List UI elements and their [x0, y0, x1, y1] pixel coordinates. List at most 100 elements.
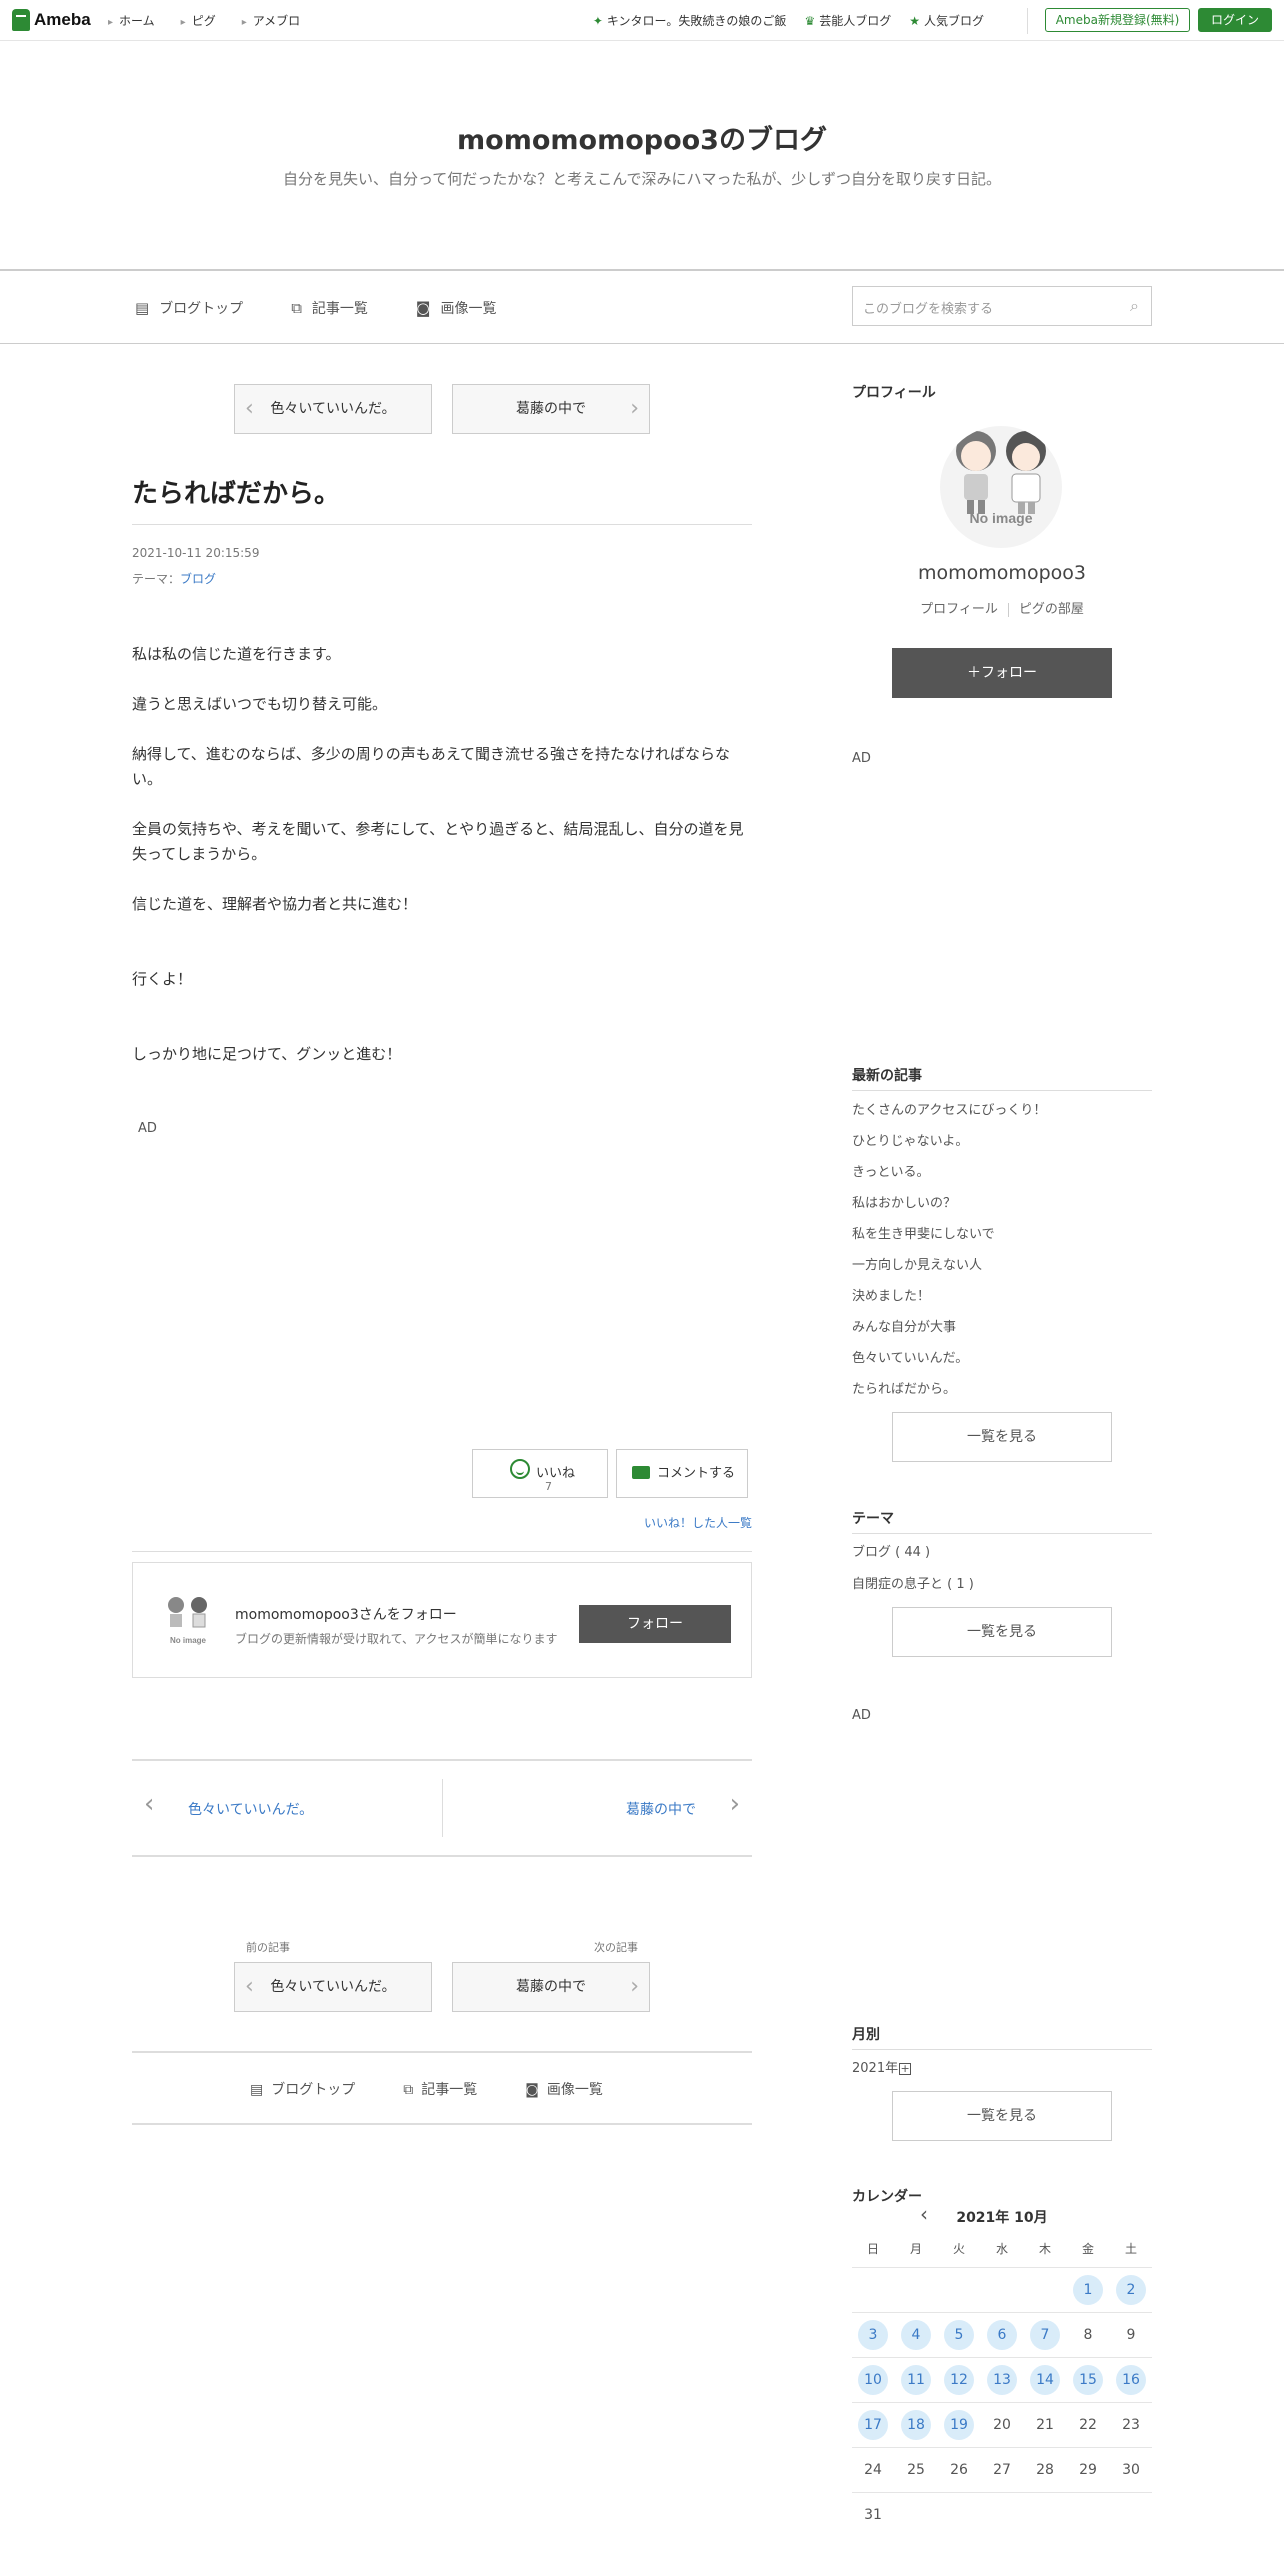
calendar-day: 25 — [907, 2462, 925, 2478]
blog-search-input[interactable]: このブログを検索する ⌕ — [852, 286, 1152, 326]
like-button[interactable]: いいね 7 — [472, 1449, 608, 1498]
like-list-link[interactable]: いいね！した人一覧 — [644, 1514, 752, 1531]
featured-link-kintaro[interactable]: ✦ キンタロー。失敗続きの娘のご飯 — [593, 12, 787, 29]
crown-icon: ♛ — [804, 14, 816, 28]
calendar-day[interactable]: 11 — [901, 2365, 931, 2395]
calendar-day[interactable]: 17 — [858, 2410, 888, 2440]
copy-icon: ⧉ — [291, 299, 302, 317]
calendar-day[interactable]: 13 — [987, 2365, 1017, 2395]
calendar-day[interactable]: 14 — [1030, 2365, 1060, 2395]
calendar-day: 21 — [1036, 2417, 1054, 2433]
nav-article-list[interactable]: ⧉ 記事一覧 — [403, 2079, 477, 2099]
article-title[interactable]: たらればだから。 — [132, 473, 340, 510]
calendar-day[interactable]: 15 — [1073, 2365, 1103, 2395]
next-article-title: 葛藤の中で — [516, 401, 586, 417]
like-count: 7 — [545, 1480, 552, 1493]
divider — [852, 2447, 1152, 2448]
profile-link[interactable]: プロフィール — [920, 602, 998, 617]
calendar-day: 28 — [1036, 2462, 1054, 2478]
calendar-day: 9 — [1126, 2327, 1136, 2343]
year-toggle[interactable]: 2021年 + — [852, 2057, 912, 2076]
next-article-link[interactable]: 葛藤の中で — [626, 1799, 696, 1819]
follow-box: No image momomomopoo3さんをフォロー ブログの更新情報が受け… — [132, 1562, 752, 1678]
register-button[interactable]: Ameba新規登録(無料) — [1045, 8, 1190, 32]
sidebar-follow-button[interactable]: ＋フォロー — [892, 648, 1112, 698]
follow-description: ブログの更新情報が受け取れて、アクセスが簡単になります — [235, 1632, 558, 1646]
chevron-right-icon: › — [630, 1974, 639, 1999]
nav-pig[interactable]: ピグ — [181, 12, 216, 29]
divider — [852, 2267, 1152, 2268]
nav-image-list[interactable]: ◙ 画像一覧 — [525, 2079, 603, 2099]
monthly-see-all-button[interactable]: 一覧を見る — [892, 2091, 1112, 2141]
calendar-day[interactable]: 6 — [987, 2320, 1017, 2350]
latest-article-link[interactable]: ひとりじゃないよ。 — [852, 1130, 968, 1149]
blog-title[interactable]: momomomopoo3のブログ — [0, 118, 1284, 157]
latest-article-link[interactable]: たらればだから。 — [852, 1378, 956, 1397]
search-icon[interactable]: ⌕ — [1130, 296, 1139, 316]
featured-link-popular[interactable]: ★ 人気ブログ — [909, 12, 984, 29]
ameba-logo-text: Ameba — [34, 10, 91, 29]
calendar-day[interactable]: 12 — [944, 2365, 974, 2395]
theme-link[interactable]: ブログ ( 44 ) — [852, 1541, 930, 1560]
profile-name[interactable]: momomomopoo3 — [852, 562, 1152, 584]
profile-avatar[interactable]: No image — [940, 426, 1062, 548]
latest-article-link[interactable]: たくさんのアクセスにびっくり！ — [852, 1099, 1046, 1118]
theme-link[interactable]: 自閉症の息子と ( 1 ) — [852, 1573, 974, 1592]
article-paragraph: 信じた道を、理解者や協力者と共に進む！ — [132, 895, 418, 913]
calendar-day[interactable]: 3 — [858, 2320, 888, 2350]
calendar-heading: カレンダー — [852, 2189, 922, 2205]
theme-link[interactable]: ブログ — [180, 572, 216, 586]
featured-link-celebrity[interactable]: ♛ 芸能人ブログ — [804, 12, 891, 29]
latest-article-link[interactable]: 決めました！ — [852, 1285, 930, 1304]
prev-article-title: 色々いていいんだ。 — [270, 401, 396, 417]
featured-link-label: 芸能人ブログ — [819, 14, 892, 28]
calendar-day[interactable]: 18 — [901, 2410, 931, 2440]
blog-description: 自分を見失い、自分って何だったかな？と考えこんで深みにハマった私が、少しずつ自分… — [283, 170, 1001, 188]
next-article-button[interactable]: 葛藤の中で › — [452, 1962, 650, 2012]
article-paragraph: 納得して、進むのならば、多少の周りの声もあえて聞き流せる強さを持たなければならな… — [132, 745, 731, 788]
ameba-logo[interactable]: Ameba — [12, 9, 91, 31]
latest-article-link[interactable]: 私はおかしいの？ — [852, 1192, 956, 1211]
divider — [132, 1551, 752, 1552]
article-theme: テーマ：ブログ — [132, 570, 216, 587]
search-placeholder: このブログを検索する — [863, 302, 994, 317]
nav-blog-top[interactable]: ▤ ブログトップ — [135, 298, 243, 318]
theme-see-all-button[interactable]: 一覧を見る — [892, 1607, 1112, 1657]
article-paragraph: 全員の気持ちや、考えを聞いて、参考にして、とやり過ぎると、結局混乱し、自分の道を… — [132, 820, 744, 863]
nav-article-list[interactable]: ⧉ 記事一覧 — [291, 298, 368, 318]
prev-article-button[interactable]: ‹ 色々いていいんだ。 — [234, 1962, 432, 2012]
latest-article-link[interactable]: みんな自分が大事 — [852, 1316, 956, 1335]
profile-heading: プロフィール — [852, 385, 936, 401]
article-paragraph: しっかり地に足つけて、グンッと進む！ — [132, 1045, 402, 1063]
prev-article-title: 色々いていいんだ。 — [270, 1979, 396, 1995]
calendar-day[interactable]: 10 — [858, 2365, 888, 2395]
nav-blog-top[interactable]: ▤ ブログトップ — [250, 2079, 355, 2099]
latest-article-link[interactable]: 私を生き甲斐にしないで — [852, 1223, 995, 1242]
monthly-heading: 月別 — [852, 2027, 880, 2043]
follow-button[interactable]: フォロー — [579, 1605, 731, 1643]
nav-home[interactable]: ホーム — [108, 12, 155, 29]
nav-image-list[interactable]: ◙ 画像一覧 — [416, 298, 497, 318]
divider — [852, 2049, 1152, 2050]
follow-label: フォロー — [981, 665, 1037, 681]
ad-label: AD — [138, 1121, 157, 1136]
calendar-day[interactable]: 4 — [901, 2320, 931, 2350]
calendar-day[interactable]: 19 — [944, 2410, 974, 2440]
comment-button[interactable]: コメントする — [616, 1449, 748, 1498]
calendar-day[interactable]: 2 — [1116, 2275, 1146, 2305]
prev-article-link[interactable]: 色々いていいんだ。 — [188, 1799, 313, 1819]
pig-room-link[interactable]: ピグの部屋 — [1019, 602, 1084, 617]
featured-link-label: キンタロー。失敗続きの娘のご飯 — [606, 14, 787, 28]
latest-article-link[interactable]: 一方向しか見えない人 — [852, 1254, 982, 1273]
latest-article-link[interactable]: 色々いていいんだ。 — [852, 1347, 968, 1366]
latest-article-link[interactable]: きっといる。 — [852, 1161, 929, 1180]
next-article-button[interactable]: 葛藤の中で › — [452, 384, 650, 434]
latest-see-all-button[interactable]: 一覧を見る — [892, 1412, 1112, 1462]
nav-ameblo[interactable]: アメブロ — [242, 12, 300, 29]
calendar-day[interactable]: 5 — [944, 2320, 974, 2350]
calendar-day[interactable]: 1 — [1073, 2275, 1103, 2305]
prev-article-button[interactable]: ‹ 色々いていいんだ。 — [234, 384, 432, 434]
calendar-day[interactable]: 16 — [1116, 2365, 1146, 2395]
login-button[interactable]: ログイン — [1198, 8, 1272, 32]
calendar-day[interactable]: 7 — [1030, 2320, 1060, 2350]
